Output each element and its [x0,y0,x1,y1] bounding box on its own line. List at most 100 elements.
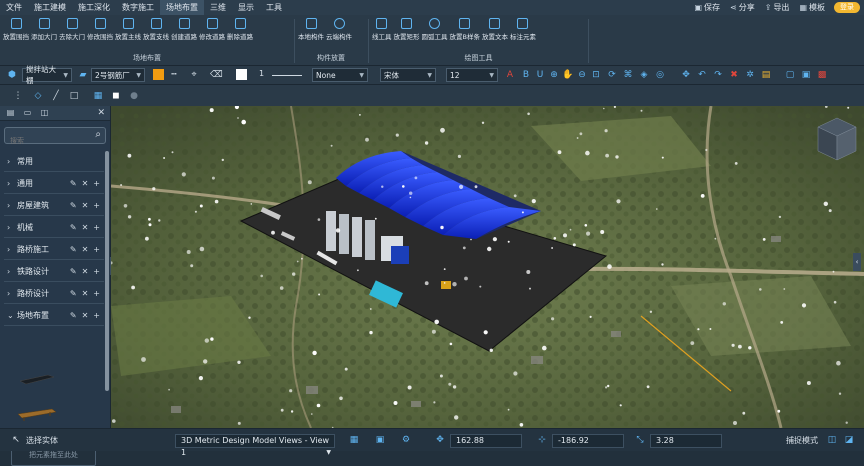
add-icon[interactable]: + [93,311,100,320]
export-button[interactable]: ⇪ 导出 [760,2,795,13]
font-size-select[interactable]: 12 ▼ [446,68,498,82]
fit-view-icon[interactable]: ⊡ [590,69,602,81]
category-item[interactable]: › 房屋建筑 ✎ ✕ + [4,196,104,216]
chevron-right-icon[interactable]: › [7,157,17,166]
close-icon[interactable]: ✕ [97,108,105,118]
line-style-icon[interactable]: ┅ [168,69,180,81]
component-thumb[interactable] [16,406,60,422]
layout-toggle-icon[interactable]: ▣ [374,434,386,446]
delete-icon[interactable]: ✕ [82,245,89,254]
color-swatch[interactable] [153,69,164,80]
underline-icon[interactable]: U [534,69,546,81]
cloud-component-button[interactable]: 云端构件 [325,18,353,41]
layer-view-icon[interactable]: ▣ [800,69,812,81]
x-coordinate-field[interactable]: 162.88 [450,434,522,448]
chevron-right-icon[interactable]: › [7,289,17,298]
category-item[interactable]: › 常用 [4,152,104,172]
category-item[interactable]: ⌄ 场地布置 ✎ ✕ + [4,306,104,326]
add-icon[interactable]: + [93,245,100,254]
remove-gate-button[interactable]: 去除大门 [58,18,86,41]
menu-3d[interactable]: 三维 [204,0,232,15]
chevron-right-icon[interactable]: › [7,223,17,232]
edit-icon[interactable]: ✎ [70,311,77,320]
3d-viewport[interactable] [111,106,864,428]
category-item[interactable]: › 机械 ✎ ✕ + [4,218,104,238]
add-icon[interactable]: + [93,179,100,188]
expand-right-panel-handle[interactable]: ‹ [853,253,861,271]
place-text-button[interactable]: 放置文本 [481,18,509,41]
place-main-line-button[interactable]: 放置主线 [114,18,142,41]
menu-construction-modeling[interactable]: 施工建模 [28,0,72,15]
template-button[interactable]: ▦ 模板 [794,2,830,13]
zoom-out-icon[interactable]: ⊖ [576,69,588,81]
block-select[interactable]: 2号钢筋厂 ▼ [91,68,145,82]
place-fence-button[interactable]: 放置围挡 [2,18,30,41]
add-icon[interactable]: + [93,267,100,276]
walk-icon[interactable]: ⌘ [622,69,634,81]
edit-icon[interactable]: ✎ [70,245,77,254]
place-bspline-button[interactable]: 放置B样条 [449,18,481,41]
z-coordinate-field[interactable]: 3.28 [650,434,722,448]
chevron-right-icon[interactable]: › [7,245,17,254]
redo-icon[interactable]: ↷ [712,69,724,81]
delete-icon[interactable]: ✕ [82,311,89,320]
annotate-element-button[interactable]: 标注元素 [509,18,537,41]
component-thumb[interactable] [18,372,58,386]
chevron-right-icon[interactable]: › [7,179,17,188]
category-item[interactable]: › 路桥设计 ✎ ✕ + [4,284,104,304]
view-select[interactable]: 3D Metric Design Model Views - View 1 ▼ [175,434,335,457]
undo-icon[interactable]: ↶ [696,69,708,81]
share-button[interactable]: ⋖ 分享 [725,2,760,13]
menu-digital-construction[interactable]: 数字施工 [116,0,160,15]
camera-icon[interactable]: ◎ [654,69,666,81]
search-icon[interactable]: ⌕ [95,129,101,140]
bold-icon[interactable]: B [520,69,532,81]
edit-icon[interactable]: ✎ [70,201,77,210]
fill-swatch[interactable] [236,69,247,80]
folder-tab-icon[interactable]: ▭ [21,107,34,119]
delete-icon[interactable]: ✕ [82,201,89,210]
add-gate-button[interactable]: 添加大门 [30,18,58,41]
menu-site-layout[interactable]: 场地布置 [160,0,204,15]
font-select[interactable]: 宋体 ▼ [380,68,436,82]
menu-tools[interactable]: 工具 [260,0,288,15]
text-color-icon[interactable]: A [504,69,516,81]
delete-icon[interactable]: ✕ [82,289,89,298]
snap-mode-label[interactable]: 捕捉模式 [786,435,818,446]
delete-icon[interactable]: ✕ [82,179,89,188]
circle-icon[interactable]: ● [128,90,140,102]
menu-construction-detailing[interactable]: 施工深化 [72,0,116,15]
line-draw-icon[interactable]: ╱ [50,90,62,102]
add-icon[interactable]: + [93,289,100,298]
add-icon[interactable]: + [93,201,100,210]
edit-icon[interactable]: ✎ [70,289,77,298]
grid-icon[interactable]: ▦ [92,90,104,102]
square-icon[interactable]: ◼ [110,90,122,102]
search-input[interactable] [5,134,105,149]
close-view-icon[interactable]: ▩ [816,69,828,81]
pan-icon[interactable]: ✋ [562,69,574,81]
edit-icon[interactable]: ✎ [70,179,77,188]
diamond-icon[interactable]: ◇ [32,90,44,102]
delete-icon[interactable]: ✕ [82,223,89,232]
modify-fence-button[interactable]: 修改围挡 [86,18,114,41]
settings-toggle-icon[interactable]: ⚙ [400,434,412,446]
login-button[interactable]: 登录 [834,2,860,13]
place-rectangle-button[interactable]: 放置矩形 [393,18,421,41]
zoom-in-icon[interactable]: ⊕ [548,69,560,81]
rotate-icon[interactable]: ⟳ [606,69,618,81]
library-tab-icon[interactable]: ▤ [4,107,17,119]
select-box-icon[interactable]: ▢ [784,69,796,81]
edit-icon[interactable]: ✎ [70,267,77,276]
grid-toggle-icon[interactable]: ▦ [348,434,360,446]
category-item[interactable]: › 路桥施工 ✎ ✕ + [4,240,104,260]
panel-scrollbar[interactable] [105,151,109,391]
paint-icon[interactable]: ⌖ [188,69,200,81]
category-item[interactable]: › 通用 ✎ ✕ + [4,174,104,194]
create-road-button[interactable]: 创建道路 [170,18,198,41]
edit-icon[interactable]: ✎ [70,223,77,232]
save-button[interactable]: ▣ 保存 [689,2,725,13]
chevron-right-icon[interactable]: › [7,201,17,210]
layer-select[interactable]: 搅拌站大棚 ▼ [22,65,72,85]
place-branch-line-button[interactable]: 放置支线 [142,18,170,41]
